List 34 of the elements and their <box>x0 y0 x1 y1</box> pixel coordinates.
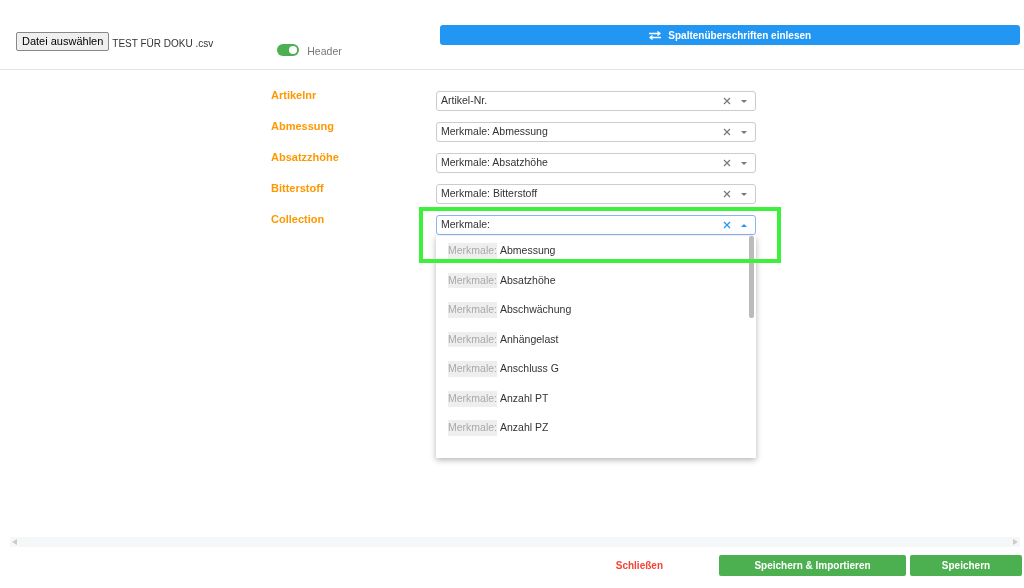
clear-icon[interactable] <box>723 97 731 105</box>
mapping-select[interactable]: Artikel-Nr. <box>436 91 756 111</box>
mapping-select[interactable]: Merkmale: Absatzhöhe <box>436 153 756 173</box>
field-label: Abmessung <box>271 119 335 134</box>
field-label: Bitterstoff <box>271 181 325 196</box>
dropdown-option[interactable]: Merkmale: Abmessung <box>436 236 746 266</box>
field-label: Absatzzhöhe <box>271 150 340 165</box>
dropdown-option[interactable]: Merkmale: Anhängelast <box>436 324 746 355</box>
clear-icon[interactable] <box>723 128 731 136</box>
field-label: Artikelnr <box>271 88 318 103</box>
caret-down-icon[interactable] <box>741 192 747 196</box>
dropdown-option[interactable]: Merkmale: Anschluss G <box>436 354 746 384</box>
swap-arrows-icon <box>648 30 663 40</box>
dropdown-option[interactable]: Merkmale: Anzahl PT <box>436 383 746 414</box>
file-name: TEST FÜR DOKU .csv <box>112 37 214 51</box>
clear-icon[interactable] <box>723 159 731 167</box>
caret-down-icon[interactable] <box>741 161 747 165</box>
header-toggle[interactable] <box>277 44 300 56</box>
mapping-select[interactable]: Merkmale: <box>436 215 756 235</box>
clear-icon[interactable] <box>723 221 731 229</box>
dropdown-option[interactable]: Merkmale: Absatzhöhe <box>436 265 746 296</box>
caret-up-icon[interactable] <box>741 223 747 227</box>
caret-down-icon[interactable] <box>741 130 747 134</box>
mapping-select[interactable]: Merkmale: Bitterstoff <box>436 184 756 204</box>
clear-icon[interactable] <box>723 190 731 198</box>
mapping-select[interactable]: Merkmale: Abmessung <box>436 122 756 142</box>
scrollbar-thumb[interactable] <box>749 236 754 318</box>
close-button[interactable]: Schließen <box>609 557 669 574</box>
file-button[interactable]: Datei auswählen <box>16 32 110 51</box>
dropdown-option[interactable]: Merkmale: Anzahl PZ <box>436 413 746 444</box>
dropdown-option[interactable]: Merkmale: Abschwächung <box>436 295 746 325</box>
toggle-label: Header <box>307 44 342 59</box>
field-label: Collection <box>271 212 326 227</box>
caret-down-icon[interactable] <box>741 99 747 103</box>
